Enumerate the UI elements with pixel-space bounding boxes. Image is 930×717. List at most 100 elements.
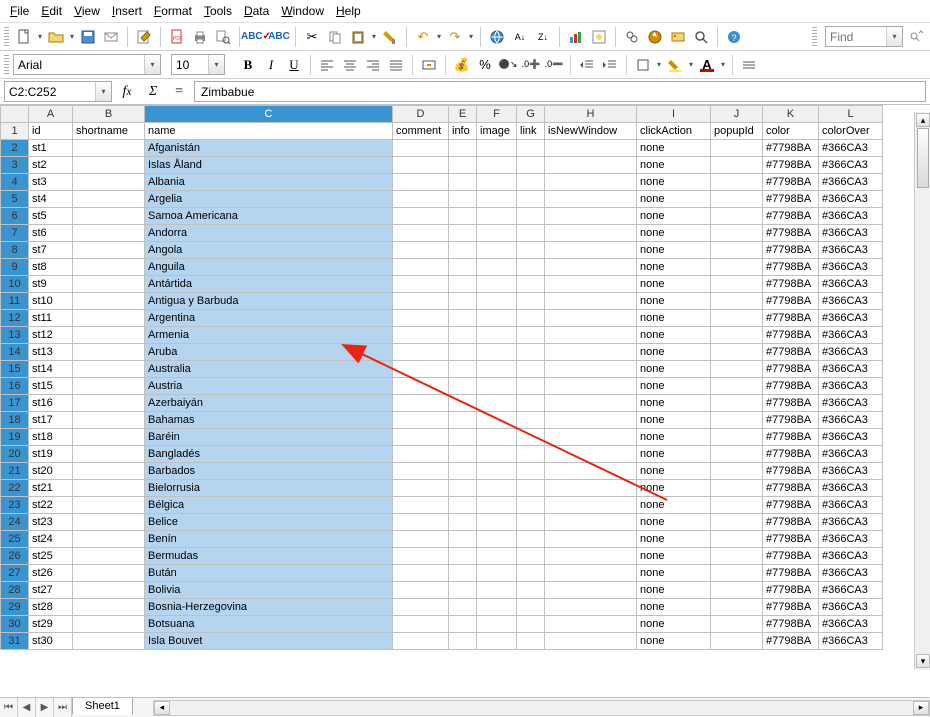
cell[interactable] [393, 446, 449, 463]
chevron-down-icon[interactable]: ▾ [435, 32, 443, 41]
cell[interactable]: #366CA3 [819, 429, 883, 446]
cell[interactable] [393, 548, 449, 565]
search-up-button[interactable] [904, 26, 926, 48]
cell[interactable]: #7798BA [763, 361, 819, 378]
cell[interactable] [477, 497, 517, 514]
cell[interactable] [393, 174, 449, 191]
cell[interactable] [393, 565, 449, 582]
cell[interactable] [449, 191, 477, 208]
cell[interactable] [73, 242, 145, 259]
cell[interactable] [545, 157, 637, 174]
chevron-down-icon[interactable]: ▾ [370, 32, 378, 41]
cell[interactable]: #366CA3 [819, 633, 883, 650]
cell[interactable] [517, 174, 545, 191]
cell[interactable] [545, 242, 637, 259]
cell[interactable] [477, 276, 517, 293]
cell[interactable] [73, 582, 145, 599]
cell[interactable] [449, 565, 477, 582]
cell[interactable]: #366CA3 [819, 599, 883, 616]
cell[interactable]: #7798BA [763, 395, 819, 412]
cell[interactable]: none [637, 514, 711, 531]
format-paintbrush-button[interactable] [379, 26, 401, 48]
cell[interactable] [517, 157, 545, 174]
cell[interactable]: #366CA3 [819, 378, 883, 395]
cell[interactable]: Belice [145, 514, 393, 531]
cell[interactable]: st5 [29, 208, 73, 225]
cell[interactable]: none [637, 259, 711, 276]
cell[interactable] [449, 463, 477, 480]
cell[interactable] [477, 429, 517, 446]
cell[interactable]: Barbados [145, 463, 393, 480]
cell[interactable]: Isla Bouvet [145, 633, 393, 650]
sort-asc-button[interactable]: A↓ [509, 26, 531, 48]
cell[interactable] [477, 582, 517, 599]
cell[interactable] [517, 565, 545, 582]
cell[interactable] [711, 242, 763, 259]
cell[interactable] [477, 463, 517, 480]
cell[interactable] [545, 259, 637, 276]
cell[interactable] [545, 616, 637, 633]
currency-button[interactable]: 💰 [451, 54, 473, 76]
row-header-22[interactable]: 22 [1, 480, 29, 497]
tab-first-button[interactable]: ⏮ [0, 698, 18, 717]
cell[interactable]: none [637, 463, 711, 480]
cell[interactable] [449, 208, 477, 225]
cell[interactable] [393, 140, 449, 157]
cell[interactable] [73, 446, 145, 463]
scroll-thumb[interactable] [917, 128, 929, 188]
cell[interactable] [449, 429, 477, 446]
cell[interactable]: info [449, 123, 477, 140]
cell[interactable] [517, 616, 545, 633]
cell[interactable]: st2 [29, 157, 73, 174]
row-header-24[interactable]: 24 [1, 514, 29, 531]
cell[interactable]: #7798BA [763, 616, 819, 633]
print-button[interactable] [189, 26, 211, 48]
cell[interactable] [477, 616, 517, 633]
formula-input[interactable] [194, 81, 926, 102]
cell[interactable]: none [637, 616, 711, 633]
cell[interactable]: Bermudas [145, 548, 393, 565]
cell[interactable]: #366CA3 [819, 582, 883, 599]
cell[interactable] [73, 140, 145, 157]
cell[interactable] [545, 514, 637, 531]
row-header-13[interactable]: 13 [1, 327, 29, 344]
cell[interactable] [393, 463, 449, 480]
show-draw-button[interactable] [588, 26, 610, 48]
undo-button[interactable]: ↶ [412, 26, 434, 48]
cell[interactable] [477, 446, 517, 463]
align-left-button[interactable] [316, 54, 338, 76]
row-header-6[interactable]: 6 [1, 208, 29, 225]
cell[interactable]: st23 [29, 514, 73, 531]
email-button[interactable] [100, 26, 122, 48]
cell[interactable] [711, 633, 763, 650]
row-header-21[interactable]: 21 [1, 463, 29, 480]
cell[interactable]: st12 [29, 327, 73, 344]
cell[interactable]: st4 [29, 191, 73, 208]
cell[interactable]: #7798BA [763, 293, 819, 310]
cell[interactable] [449, 616, 477, 633]
scroll-right-button[interactable]: ▸ [913, 701, 929, 715]
copy-button[interactable] [324, 26, 346, 48]
cell[interactable] [449, 633, 477, 650]
cell[interactable] [449, 225, 477, 242]
sheet-tab[interactable]: Sheet1 [72, 698, 133, 715]
cell[interactable]: st24 [29, 531, 73, 548]
column-header-E[interactable]: E [449, 106, 477, 123]
cell[interactable]: #7798BA [763, 514, 819, 531]
cell[interactable]: none [637, 497, 711, 514]
cell[interactable] [477, 548, 517, 565]
cell[interactable] [517, 310, 545, 327]
cell[interactable]: st27 [29, 582, 73, 599]
cell[interactable] [517, 191, 545, 208]
cell[interactable] [545, 208, 637, 225]
cell[interactable] [477, 293, 517, 310]
menu-format[interactable]: Format [148, 2, 198, 20]
cell[interactable] [73, 429, 145, 446]
cell[interactable]: Bután [145, 565, 393, 582]
cell[interactable] [711, 565, 763, 582]
cell[interactable]: none [637, 582, 711, 599]
cell[interactable] [73, 514, 145, 531]
row-header-17[interactable]: 17 [1, 395, 29, 412]
cell[interactable]: #366CA3 [819, 140, 883, 157]
cell[interactable] [545, 344, 637, 361]
